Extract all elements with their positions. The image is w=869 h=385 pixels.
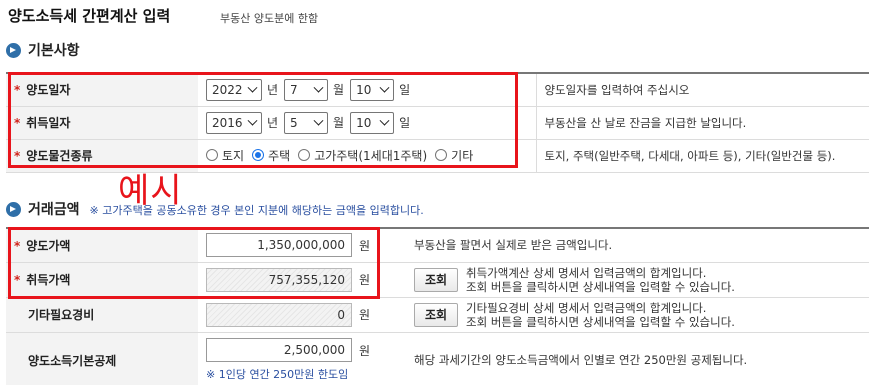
page-subtitle: 부동산 양도분에 한함 [220, 12, 319, 25]
section-basic-header: 기본사항 [6, 40, 80, 60]
desc-line: 조회 버튼을 클릭하시면 상세내역을 입력할 수 있습니다. [466, 279, 735, 294]
other-expense-input: 0 [206, 302, 352, 327]
page-title: 양도소득세 간편계산 입력 [8, 7, 171, 25]
row-other-expense: 기타필요경비 0원 조회 기타필요경비 상세 명세서 입력금액의 합계입니다. 조회… [6, 297, 869, 333]
section-title: 기본사항 [28, 43, 80, 59]
basic-deduction-input-cell: 2,500,000 원 ※ 1인당 연간 250만원 한도임 [198, 332, 406, 385]
section-note: ※ 고가주택을 공동소유한 경우 본인 지분에 해당하는 금액을 입력합니다. [89, 204, 424, 217]
acquire-price-desc: 취득가액계산 상세 명세서 입력금액의 합계입니다. 조회 버튼을 클릭하시면 상… [466, 266, 735, 294]
transfer-price-desc: 부동산을 팔면서 실제로 받은 금액입니다. [406, 227, 869, 263]
basic-deduction-label: 양도소득기본공제 [28, 353, 117, 368]
acquire-price-desc-cell: 조회 취득가액계산 상세 명세서 입력금액의 합계입니다. 조회 버튼을 클릭하시면… [406, 262, 869, 298]
won-unit: 원 [359, 308, 371, 322]
won-unit: 원 [359, 343, 371, 358]
acquire-price-lookup-button[interactable]: 조회 [414, 267, 458, 292]
acquire-date-desc: 부동산을 산 날로 잔금을 지급한 날입니다. [536, 106, 869, 140]
section-title: 거래금액 [28, 202, 80, 218]
highlight-box-basic [8, 72, 518, 168]
other-expense-desc-cell: 조회 기타필요경비 상세 명세서 입력금액의 합계입니다. 조회 버튼을 클릭하시면… [406, 297, 869, 333]
basic-deduction-input[interactable]: 2,500,000 [206, 338, 352, 362]
desc-line: 취득가액계산 상세 명세서 입력금액의 합계입니다. [466, 265, 707, 280]
other-expense-lookup-button[interactable]: 조회 [414, 302, 458, 327]
other-expense-input-cell: 0원 [198, 297, 406, 333]
desc-line: 기타필요경비 상세 명세서 입력금액의 합계입니다. [466, 300, 707, 315]
property-type-desc: 토지, 주택(일반주택, 다세대, 아파트 등), 기타(일반건물 등). [536, 139, 869, 173]
other-expense-desc: 기타필요경비 상세 명세서 입력금액의 합계입니다. 조회 버튼을 클릭하시면 상… [466, 301, 735, 329]
section-bullet-icon [6, 42, 21, 58]
section-amount-header: 거래금액 ※ 고가주택을 공동소유한 경우 본인 지분에 해당하는 금액을 입력… [6, 199, 424, 219]
desc-line: 조회 버튼을 클릭하시면 상세내역을 입력할 수 있습니다. [466, 314, 735, 329]
basic-deduction-desc: 해당 과세기간의 양도소득금액에서 인별로 연간 250만원 공제됩니다. [406, 332, 869, 385]
basic-deduction-hint: ※ 1인당 연간 250만원 한도임 [206, 368, 349, 381]
row-basic-deduction: 양도소득기본공제 2,500,000 원 ※ 1인당 연간 250만원 한도임 해… [6, 332, 869, 385]
other-expense-label: 기타필요경비 [28, 308, 95, 322]
transfer-date-desc: 양도일자를 입력하여 주십시오 [536, 72, 869, 107]
other-expense-label-cell: 기타필요경비 [6, 297, 198, 333]
basic-deduction-label-cell: 양도소득기본공제 [6, 332, 198, 385]
highlight-box-amount [8, 227, 380, 299]
section-bullet-icon [6, 201, 21, 217]
